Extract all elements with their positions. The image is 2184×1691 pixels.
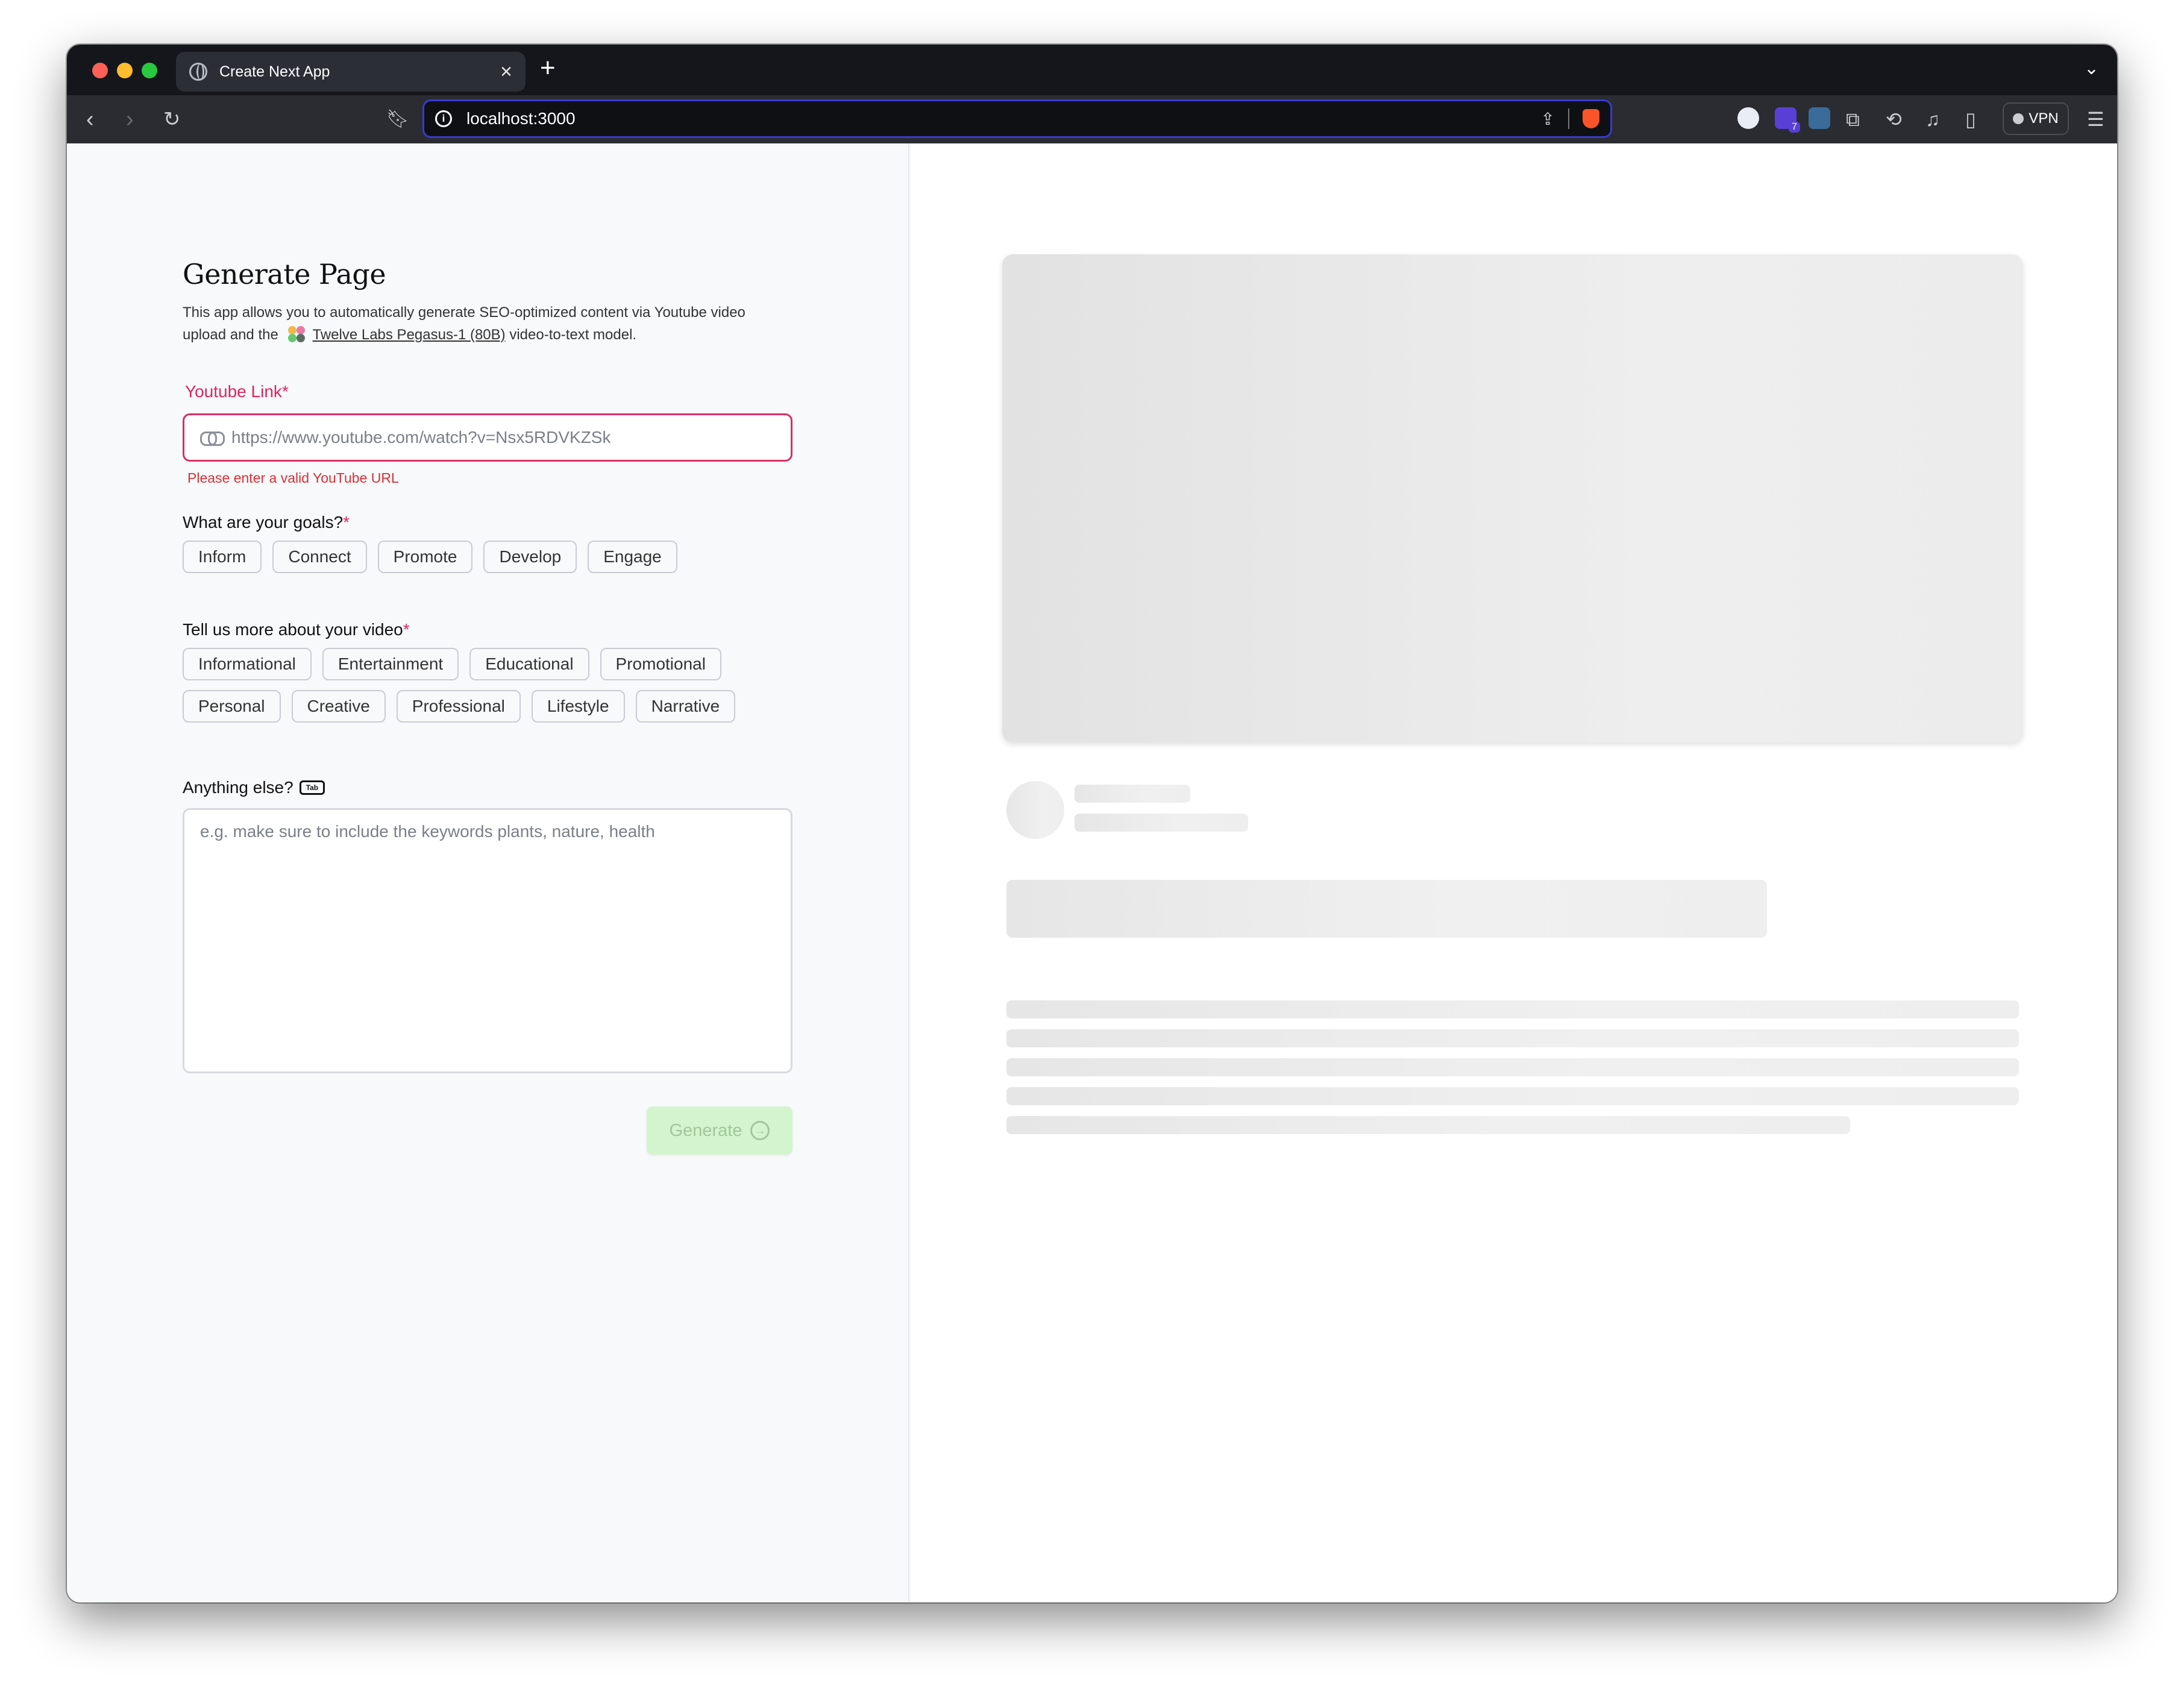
- url-text: localhost:3000: [466, 109, 576, 128]
- page-content: Generate Page This app allows you to aut…: [67, 143, 2117, 1602]
- avatar-skeleton: [1006, 781, 1064, 839]
- share-icon[interactable]: ⇪: [1541, 109, 1555, 129]
- video-chip-creative[interactable]: Creative: [291, 690, 386, 723]
- tab-strip: Create Next App × + ⌄: [67, 45, 2117, 95]
- form-panel: Generate Page This app allows you to aut…: [67, 143, 909, 1602]
- tab-close-icon[interactable]: ×: [500, 61, 512, 82]
- music-note-icon[interactable]: ♫: [1925, 104, 1940, 135]
- url-divider: [1568, 108, 1569, 129]
- goals-chip-group: Inform Connect Promote Develop Engage: [183, 541, 792, 573]
- page-description: This app allows you to automatically gen…: [183, 301, 792, 346]
- video-chip-narrative[interactable]: Narrative: [635, 690, 736, 723]
- video-chip-entertainment[interactable]: Entertainment: [322, 648, 459, 680]
- minimize-window-button[interactable]: [117, 63, 133, 78]
- vpn-label: VPN: [2029, 110, 2059, 127]
- goal-chip-develop[interactable]: Develop: [483, 541, 577, 573]
- browser-window: Create Next App × + ⌄ ‹ › ↻ 🔖︎ i localho…: [67, 45, 2117, 1602]
- maximize-window-button[interactable]: [142, 63, 157, 78]
- generate-row: Generate →: [183, 1106, 792, 1155]
- site-info-icon[interactable]: i: [435, 110, 452, 127]
- tab-key-hint: Tab: [299, 780, 325, 795]
- page-title: Generate Page: [183, 258, 386, 290]
- forward-arrow-icon[interactable]: ›: [126, 104, 134, 135]
- link-icon: [200, 431, 225, 446]
- tab-title: Create Next App: [219, 63, 330, 80]
- goals-label: What are your goals?*: [183, 513, 350, 532]
- extension-badge-icon[interactable]: 7: [1775, 107, 1800, 133]
- video-chip-informational[interactable]: Informational: [183, 648, 312, 680]
- address-bar[interactable]: i localhost:3000 ⇪: [422, 99, 1612, 138]
- channel-name-skeleton: [1075, 785, 1190, 803]
- browser-toolbar: ‹ › ↻ 🔖︎ i localhost:3000 ⇪ 7 ⧉ ⟲ ♫ ▯ VP…: [67, 95, 2117, 143]
- close-window-button[interactable]: [92, 63, 108, 78]
- extension-icon[interactable]: [1737, 107, 1759, 129]
- back-arrow-icon[interactable]: ‹: [86, 104, 94, 135]
- anything-else-textarea[interactable]: [183, 808, 792, 1073]
- description-text-end: video-to-text model.: [509, 327, 637, 343]
- youtube-link-input[interactable]: [231, 428, 775, 447]
- reload-icon[interactable]: ↻: [163, 104, 181, 135]
- extension-count-badge: 7: [1789, 122, 1800, 133]
- text-line-skeleton: [1006, 1058, 2019, 1076]
- channel-meta-skeleton: [1075, 814, 1248, 832]
- goal-chip-engage[interactable]: Engage: [588, 541, 677, 573]
- vpn-button[interactable]: VPN: [2003, 102, 2069, 135]
- text-line-skeleton: [1006, 1087, 2019, 1105]
- puzzle-icon[interactable]: ⧉: [1846, 104, 1860, 135]
- video-chip-lifestyle[interactable]: Lifestyle: [531, 690, 625, 723]
- video-chip-educational[interactable]: Educational: [469, 648, 589, 680]
- text-line-skeleton: [1006, 1000, 2019, 1018]
- generate-label: Generate: [669, 1120, 742, 1140]
- preview-panel: [911, 143, 2117, 1602]
- leo-icon[interactable]: ⟲: [1886, 104, 1902, 135]
- vpn-status-icon: [2013, 113, 2024, 124]
- youtube-link-field[interactable]: [183, 413, 792, 462]
- text-line-skeleton: [1006, 1029, 2019, 1047]
- arrow-right-circle-icon: →: [750, 1121, 770, 1140]
- text-line-skeleton: [1006, 1116, 1850, 1134]
- chevron-down-icon[interactable]: ⌄: [2084, 58, 2099, 79]
- title-skeleton: [1006, 880, 1767, 938]
- video-type-label: Tell us more about your video*: [183, 620, 410, 639]
- extension-icon[interactable]: [1809, 107, 1830, 129]
- goal-chip-promote[interactable]: Promote: [377, 541, 473, 573]
- youtube-link-label: Youtube Link*: [185, 382, 289, 401]
- menu-icon[interactable]: ☰: [2087, 104, 2104, 135]
- new-tab-button[interactable]: +: [540, 53, 556, 83]
- video-skeleton: [1002, 254, 2023, 742]
- browser-tab[interactable]: Create Next App ×: [176, 52, 526, 92]
- video-chip-promotional[interactable]: Promotional: [600, 648, 721, 680]
- globe-icon: [189, 63, 207, 81]
- generate-form: Generate Page This app allows you to aut…: [183, 258, 792, 1155]
- youtube-error-message: Please enter a valid YouTube URL: [187, 470, 399, 486]
- goal-chip-connect[interactable]: Connect: [272, 541, 367, 573]
- brave-shield-icon[interactable]: [1583, 109, 1599, 128]
- twelve-labs-logo-icon: [288, 326, 309, 343]
- video-chip-personal[interactable]: Personal: [183, 690, 281, 723]
- bookmark-icon[interactable]: 🔖︎: [386, 104, 409, 135]
- sidebar-icon[interactable]: ▯: [1965, 104, 1976, 135]
- video-type-chip-group: Informational Entertainment Educational …: [183, 648, 792, 723]
- goal-chip-inform[interactable]: Inform: [183, 541, 262, 573]
- model-link[interactable]: Twelve Labs Pegasus-1 (80B): [312, 327, 505, 343]
- generate-button[interactable]: Generate →: [647, 1106, 792, 1155]
- video-chip-professional[interactable]: Professional: [396, 690, 521, 723]
- anything-else-label: Anything else? Tab: [183, 778, 792, 797]
